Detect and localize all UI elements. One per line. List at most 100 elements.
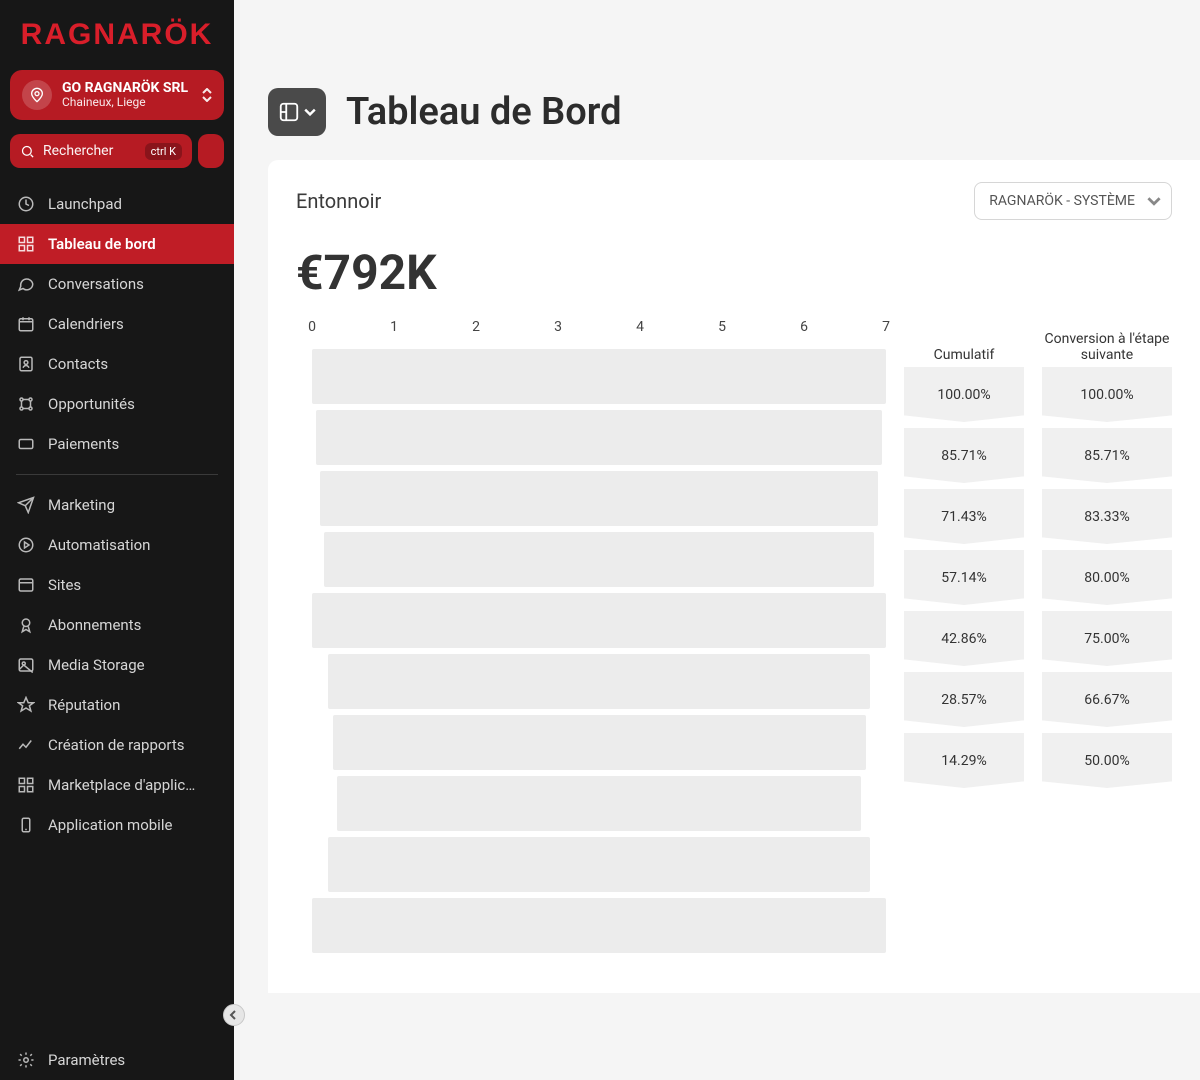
sidebar-item-sites[interactable]: Sites bbox=[0, 565, 234, 605]
sidebar-item-parametres[interactable]: Paramètres bbox=[0, 1040, 234, 1080]
brand-logo: RAGNARÖK bbox=[0, 0, 234, 62]
col-head-cumulative: Cumulatif bbox=[904, 319, 1024, 363]
org-subtitle: Chaineux, Liege bbox=[62, 96, 192, 109]
search-input[interactable]: Rechercher ctrl K bbox=[10, 134, 192, 168]
chat-icon bbox=[16, 274, 36, 294]
pipeline-select-label: RAGNARÖK - SYSTÈME bbox=[989, 193, 1135, 209]
opportunities-icon bbox=[16, 394, 36, 414]
funnel-bar bbox=[312, 410, 886, 465]
conversion-cell: 75.00% bbox=[1042, 611, 1172, 666]
funnel-chart: 01234567 Cumulatif 100.00%85.71%71.43%57… bbox=[268, 311, 1200, 953]
x-axis: 01234567 bbox=[312, 319, 886, 345]
chart-icon bbox=[16, 735, 36, 755]
sidebar-item-label: Abonnements bbox=[48, 616, 141, 634]
funnel-bar bbox=[312, 471, 886, 526]
col-head-conversion: Conversion à l'étape suivante bbox=[1042, 319, 1172, 363]
cumulative-cell: 100.00% bbox=[904, 367, 1024, 422]
badge-icon bbox=[16, 615, 36, 635]
sidebar-item-tableau-de-bord[interactable]: Tableau de bord bbox=[0, 224, 234, 264]
sidebar-item-label: Création de rapports bbox=[48, 736, 185, 754]
location-icon bbox=[22, 80, 52, 110]
sidebar-item-label: Media Storage bbox=[48, 656, 145, 674]
main: Tableau de Bord Entonnoir RAGNARÖK - SYS… bbox=[234, 0, 1200, 1080]
axis-tick: 3 bbox=[554, 319, 562, 335]
sidebar-item-label: Automatisation bbox=[48, 536, 150, 554]
sidebar-item-label: Marketing bbox=[48, 496, 115, 514]
sidebar-collapse-button[interactable] bbox=[223, 1004, 245, 1026]
cumulative-cell: 42.86% bbox=[904, 611, 1024, 666]
axis-tick: 7 bbox=[882, 319, 890, 335]
funnel-bar bbox=[312, 532, 886, 587]
sidebar-item-automatisation[interactable]: Automatisation bbox=[0, 525, 234, 565]
search-icon bbox=[20, 144, 35, 159]
conversion-cell: 50.00% bbox=[1042, 733, 1172, 788]
funnel-total-value: €792K bbox=[268, 230, 1200, 311]
cumulative-column: 100.00%85.71%71.43%57.14%42.86%28.57%14.… bbox=[904, 367, 1024, 788]
sidebar-item-label: Application mobile bbox=[48, 816, 172, 834]
sidebar: RAGNARÖK GO RAGNARÖK SRL Chaineux, Liege… bbox=[0, 0, 234, 1080]
nav-divider bbox=[16, 474, 218, 475]
sidebar-item-label: Calendriers bbox=[48, 315, 124, 333]
play-circle-icon bbox=[16, 535, 36, 555]
rocket-icon bbox=[16, 194, 36, 214]
funnel-bar bbox=[312, 898, 886, 953]
funnel-bar bbox=[312, 593, 886, 648]
funnel-bar bbox=[312, 776, 886, 831]
sidebar-item-abonnements[interactable]: Abonnements bbox=[0, 605, 234, 645]
cumulative-cell: 71.43% bbox=[904, 489, 1024, 544]
org-text: GO RAGNARÖK SRL Chaineux, Liege bbox=[62, 81, 192, 110]
conversion-cell: 83.33% bbox=[1042, 489, 1172, 544]
sidebar-item-marketplace[interactable]: Marketplace d'applic… bbox=[0, 765, 234, 805]
funnel-bar bbox=[312, 837, 886, 892]
sidebar-item-contacts[interactable]: Contacts bbox=[0, 344, 234, 384]
sidebar-item-paiements[interactable]: Paiements bbox=[0, 424, 234, 464]
mobile-icon bbox=[16, 815, 36, 835]
sidebar-item-label: Réputation bbox=[48, 696, 120, 714]
sidebar-item-label: Marketplace d'applic… bbox=[48, 776, 195, 794]
layout-icon bbox=[278, 101, 300, 123]
conversion-cell: 66.67% bbox=[1042, 672, 1172, 727]
cumulative-cell: 85.71% bbox=[904, 428, 1024, 483]
image-icon bbox=[16, 655, 36, 675]
cumulative-cell: 57.14% bbox=[904, 550, 1024, 605]
conversion-cell: 80.00% bbox=[1042, 550, 1172, 605]
view-switcher-button[interactable] bbox=[268, 88, 326, 136]
apps-icon bbox=[16, 775, 36, 795]
chevron-down-icon bbox=[1147, 194, 1161, 208]
sidebar-item-calendriers[interactable]: Calendriers bbox=[0, 304, 234, 344]
sidebar-item-label: Paramètres bbox=[48, 1051, 125, 1069]
sidebar-item-marketing[interactable]: Marketing bbox=[0, 485, 234, 525]
axis-tick: 2 bbox=[472, 319, 480, 335]
sidebar-item-label: Paiements bbox=[48, 435, 119, 453]
sidebar-item-launchpad[interactable]: Launchpad bbox=[0, 184, 234, 224]
nav-primary: Launchpad Tableau de bord Conversations … bbox=[0, 180, 234, 845]
gear-icon bbox=[16, 1050, 36, 1070]
pipeline-select[interactable]: RAGNARÖK - SYSTÈME bbox=[974, 182, 1172, 220]
page-title: Tableau de Bord bbox=[346, 90, 622, 134]
sidebar-item-reputation[interactable]: Réputation bbox=[0, 685, 234, 725]
search-shortcut: ctrl K bbox=[145, 143, 182, 160]
cumulative-cell: 14.29% bbox=[904, 733, 1024, 788]
org-switcher[interactable]: GO RAGNARÖK SRL Chaineux, Liege bbox=[10, 70, 224, 120]
axis-tick: 1 bbox=[390, 319, 398, 335]
sidebar-item-media-storage[interactable]: Media Storage bbox=[0, 645, 234, 685]
sidebar-item-label: Conversations bbox=[48, 275, 144, 293]
conversion-cell: 100.00% bbox=[1042, 367, 1172, 422]
funnel-card: Entonnoir RAGNARÖK - SYSTÈME €792K 01234… bbox=[268, 160, 1200, 993]
search-placeholder: Rechercher bbox=[43, 143, 145, 159]
axis-tick: 5 bbox=[718, 319, 726, 335]
axis-tick: 4 bbox=[636, 319, 644, 335]
chevron-down-icon bbox=[304, 106, 316, 118]
sidebar-item-application-mobile[interactable]: Application mobile bbox=[0, 805, 234, 845]
sidebar-item-label: Launchpad bbox=[48, 195, 122, 213]
axis-tick: 6 bbox=[800, 319, 808, 335]
sidebar-item-opportunites[interactable]: Opportunités bbox=[0, 384, 234, 424]
funnel-bar bbox=[312, 654, 886, 709]
sidebar-item-label: Contacts bbox=[48, 355, 108, 373]
search-extra-button[interactable] bbox=[198, 134, 224, 168]
funnel-bars bbox=[286, 349, 886, 953]
sidebar-item-creation-de-rapports[interactable]: Création de rapports bbox=[0, 725, 234, 765]
sidebar-item-conversations[interactable]: Conversations bbox=[0, 264, 234, 304]
globe-icon bbox=[16, 575, 36, 595]
funnel-bar bbox=[312, 715, 886, 770]
